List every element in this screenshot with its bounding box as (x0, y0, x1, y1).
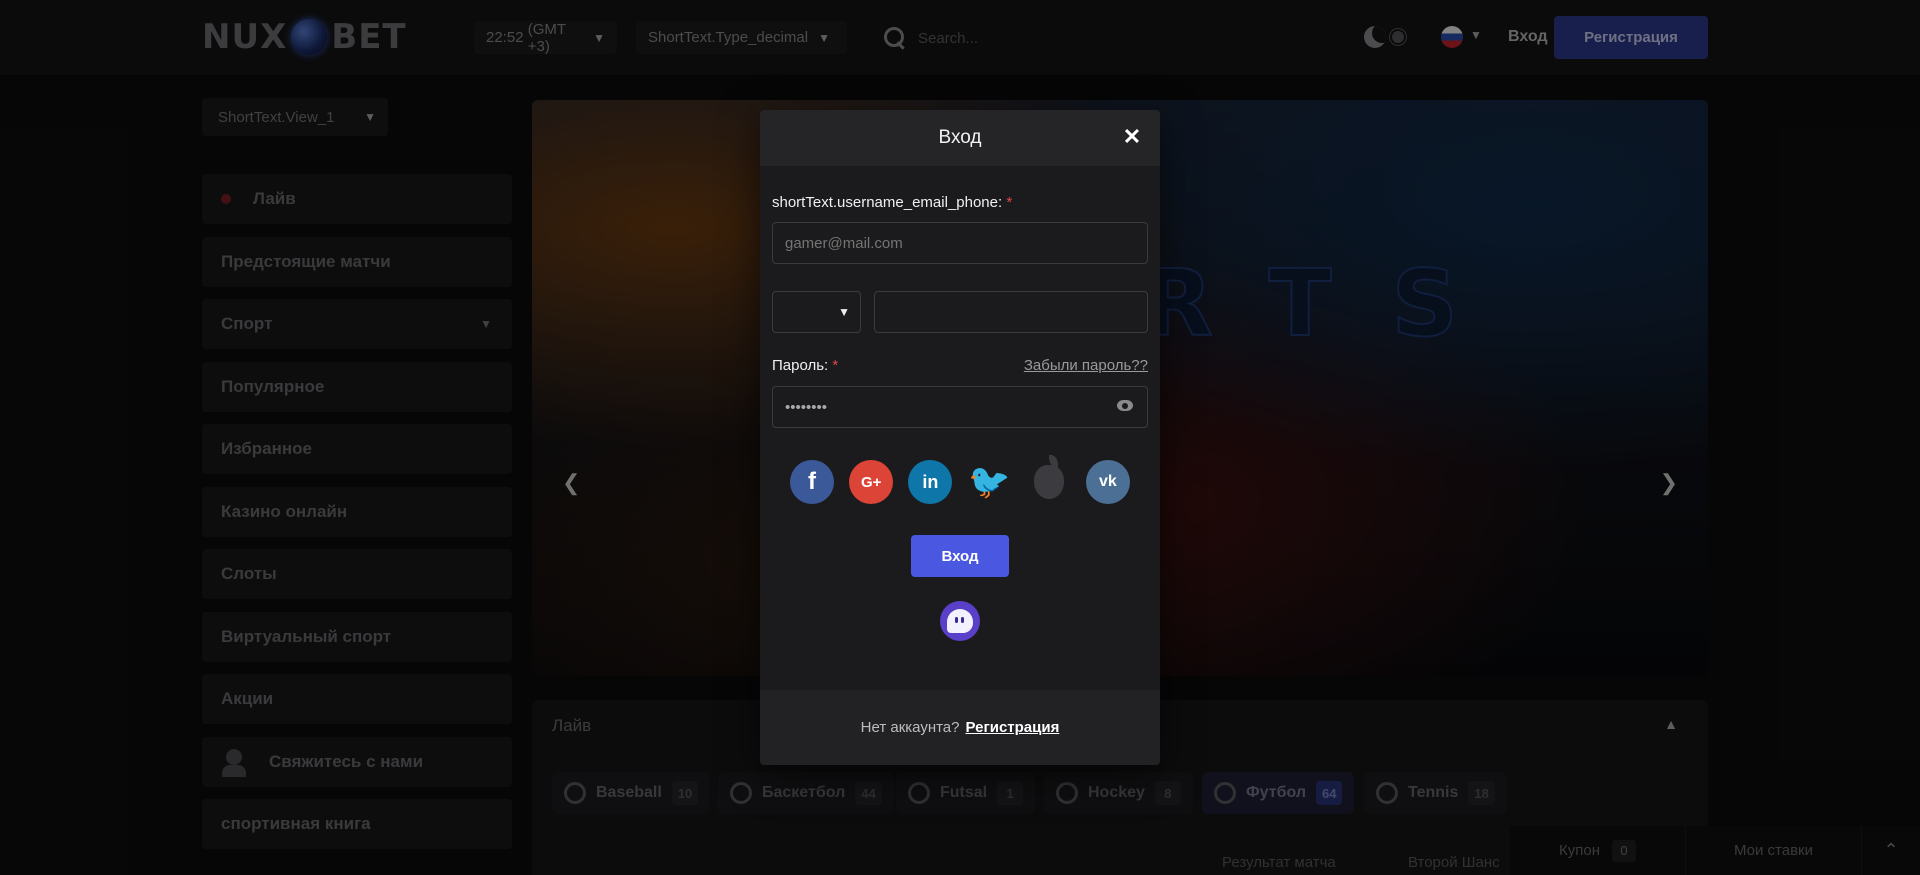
login-submit-button[interactable]: Вход (911, 535, 1009, 577)
facebook-icon[interactable]: f (790, 460, 834, 504)
password-field[interactable]: •••••••• (772, 386, 1148, 428)
phone-number-input[interactable] (887, 303, 1147, 321)
password-label: Пароль: * (772, 357, 838, 374)
login-modal: Вход ✕ shortText.username_email_phone: *… (760, 110, 1160, 765)
username-field[interactable] (772, 222, 1148, 264)
linkedin-icon[interactable]: in (908, 460, 953, 504)
apple-icon[interactable] (1027, 455, 1071, 504)
username-input[interactable] (785, 234, 1147, 252)
no-account-text: Нет аккаунта? (860, 719, 960, 736)
modal-header: Вход ✕ (760, 110, 1160, 166)
modal-footer: Нет аккаунта? Регистрация (760, 690, 1160, 765)
twitter-icon[interactable]: 🐦 (968, 460, 1012, 504)
chat-bot-icon[interactable] (940, 601, 980, 641)
chevron-down-icon: ▼ (838, 305, 850, 319)
close-icon[interactable]: ✕ (1118, 123, 1146, 151)
modal-title: Вход (938, 127, 982, 148)
username-label-text: shortText.username_email_phone: (772, 194, 1003, 211)
username-label: shortText.username_email_phone: * (772, 194, 1012, 211)
vk-icon[interactable]: vk (1085, 460, 1130, 504)
eye-icon[interactable] (1117, 400, 1133, 411)
apple-shape (1033, 455, 1064, 499)
ghost-icon (947, 609, 973, 633)
phone-number-field[interactable] (874, 291, 1148, 333)
password-value: •••••••• (785, 398, 828, 416)
social-login-row: f G+ in 🐦 vk (790, 455, 1130, 504)
required-mark: * (832, 357, 839, 374)
required-mark: * (1006, 194, 1013, 211)
register-link[interactable]: Регистрация (966, 719, 1060, 736)
password-label-text: Пароль: (772, 357, 829, 374)
forgot-password-link[interactable]: Забыли пароль?? (1024, 357, 1148, 374)
phone-code-select[interactable]: ▼ (772, 291, 861, 333)
google-plus-icon[interactable]: G+ (849, 460, 894, 504)
